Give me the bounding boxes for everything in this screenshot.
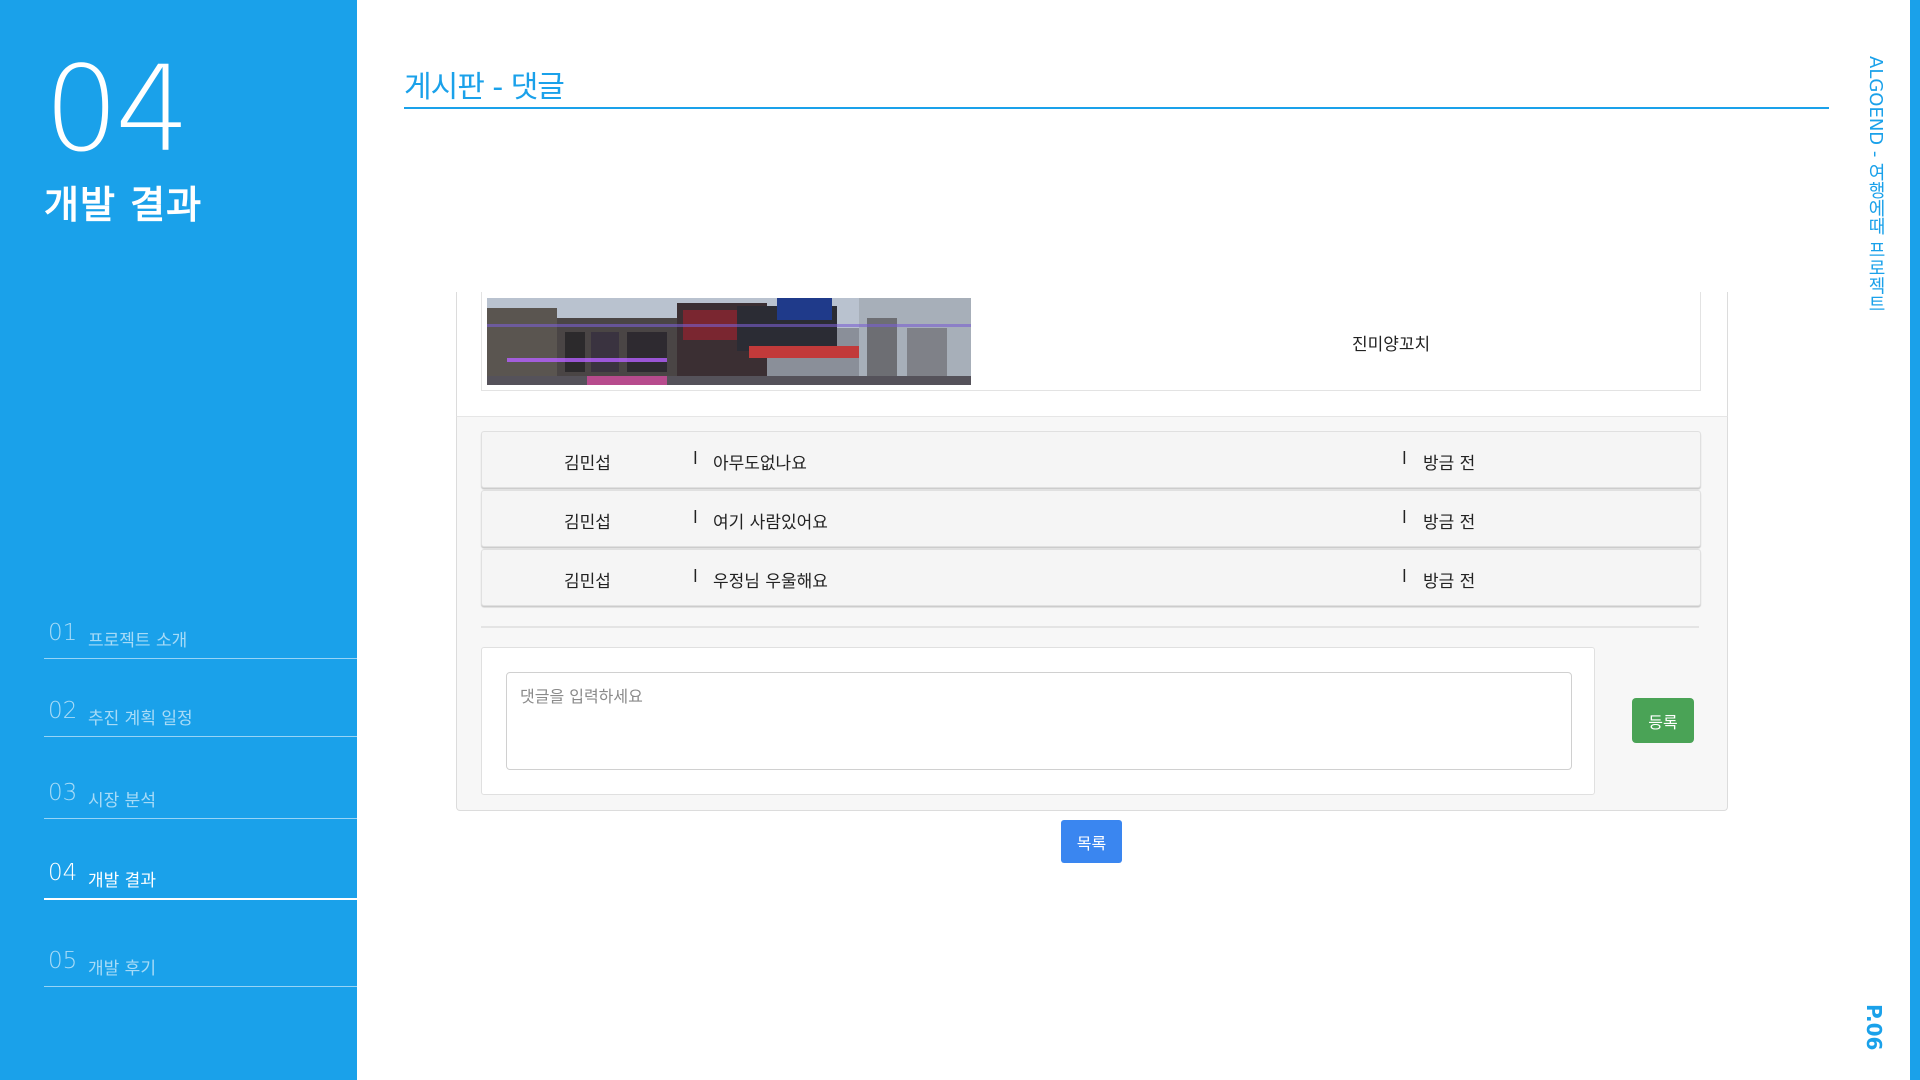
comment-author: 김민섭 bbox=[564, 513, 611, 533]
comment-row: 김민섭 l 여기 사람있어요 l 방금 전 bbox=[481, 490, 1701, 547]
comment-time: 방금 전 bbox=[1423, 513, 1476, 533]
comment-time: 방금 전 bbox=[1423, 572, 1476, 592]
submit-comment-button[interactable]: 등록 bbox=[1632, 698, 1694, 743]
section-title: 개발 결과 bbox=[44, 183, 203, 227]
toc-number: 04 bbox=[48, 860, 78, 886]
comment-text: 우정님 우울해요 bbox=[713, 572, 828, 592]
comment-row: 김민섭 l 아무도없나요 l 방금 전 bbox=[481, 431, 1701, 488]
comment-author: 김민섭 bbox=[564, 454, 611, 474]
comment-section: 김민섭 l 아무도없나요 l 방금 전 김민섭 l 여기 사람있어요 l 방금 … bbox=[456, 416, 1728, 811]
section-divider bbox=[481, 626, 1699, 628]
toc-item-01[interactable]: 01 프로젝트 소개 bbox=[44, 620, 357, 659]
comment-input[interactable] bbox=[506, 672, 1572, 770]
page-title: 게시판 - 댓글 bbox=[404, 70, 565, 105]
toc-number: 01 bbox=[48, 620, 78, 646]
street-photo-icon bbox=[487, 298, 971, 385]
section-number: 04 bbox=[44, 40, 190, 178]
toc-item-03[interactable]: 03 시장 분석 bbox=[44, 780, 357, 819]
toc-label: 프로젝트 소개 bbox=[88, 631, 188, 651]
toc-label: 추진 계획 일정 bbox=[88, 709, 193, 729]
comment-separator: l bbox=[1402, 449, 1407, 469]
toc-label: 개발 결과 bbox=[88, 871, 156, 891]
toc-label: 개발 후기 bbox=[88, 959, 156, 979]
comment-separator: l bbox=[693, 449, 698, 469]
comment-author: 김민섭 bbox=[564, 572, 611, 592]
comment-row: 김민섭 l 우정님 우울해요 l 방금 전 bbox=[481, 549, 1701, 606]
sidebar: 04 개발 결과 01 프로젝트 소개 02 추진 계획 일정 03 시장 분석… bbox=[0, 0, 357, 1080]
project-caption: ALGOEND - 여행에때 프로젝트 bbox=[1865, 56, 1886, 313]
post-row[interactable]: 진미양꼬치 bbox=[481, 292, 1701, 391]
page-number: P.06 bbox=[1862, 1004, 1886, 1051]
comment-separator: l bbox=[693, 508, 698, 528]
comment-text: 아무도없나요 bbox=[713, 454, 807, 474]
toc-item-04[interactable]: 04 개발 결과 bbox=[44, 860, 357, 900]
toc-label: 시장 분석 bbox=[88, 791, 156, 811]
comment-form bbox=[481, 647, 1595, 795]
toc-number: 03 bbox=[48, 780, 78, 806]
list-button[interactable]: 목록 bbox=[1061, 820, 1122, 863]
comment-text: 여기 사람있어요 bbox=[713, 513, 828, 533]
toc-item-02[interactable]: 02 추진 계획 일정 bbox=[44, 698, 357, 737]
toc-item-05[interactable]: 05 개발 후기 bbox=[44, 948, 357, 987]
comment-time: 방금 전 bbox=[1423, 454, 1476, 474]
post-card: 진미양꼬치 bbox=[456, 292, 1728, 416]
post-title[interactable]: 진미양꼬치 bbox=[1352, 330, 1430, 355]
comment-separator: l bbox=[693, 567, 698, 587]
comment-separator: l bbox=[1402, 567, 1407, 587]
toc-number: 02 bbox=[48, 698, 78, 724]
right-accent-strip bbox=[1910, 0, 1920, 1080]
title-underline bbox=[404, 107, 1829, 109]
comment-separator: l bbox=[1402, 508, 1407, 528]
toc-number: 05 bbox=[48, 948, 78, 974]
